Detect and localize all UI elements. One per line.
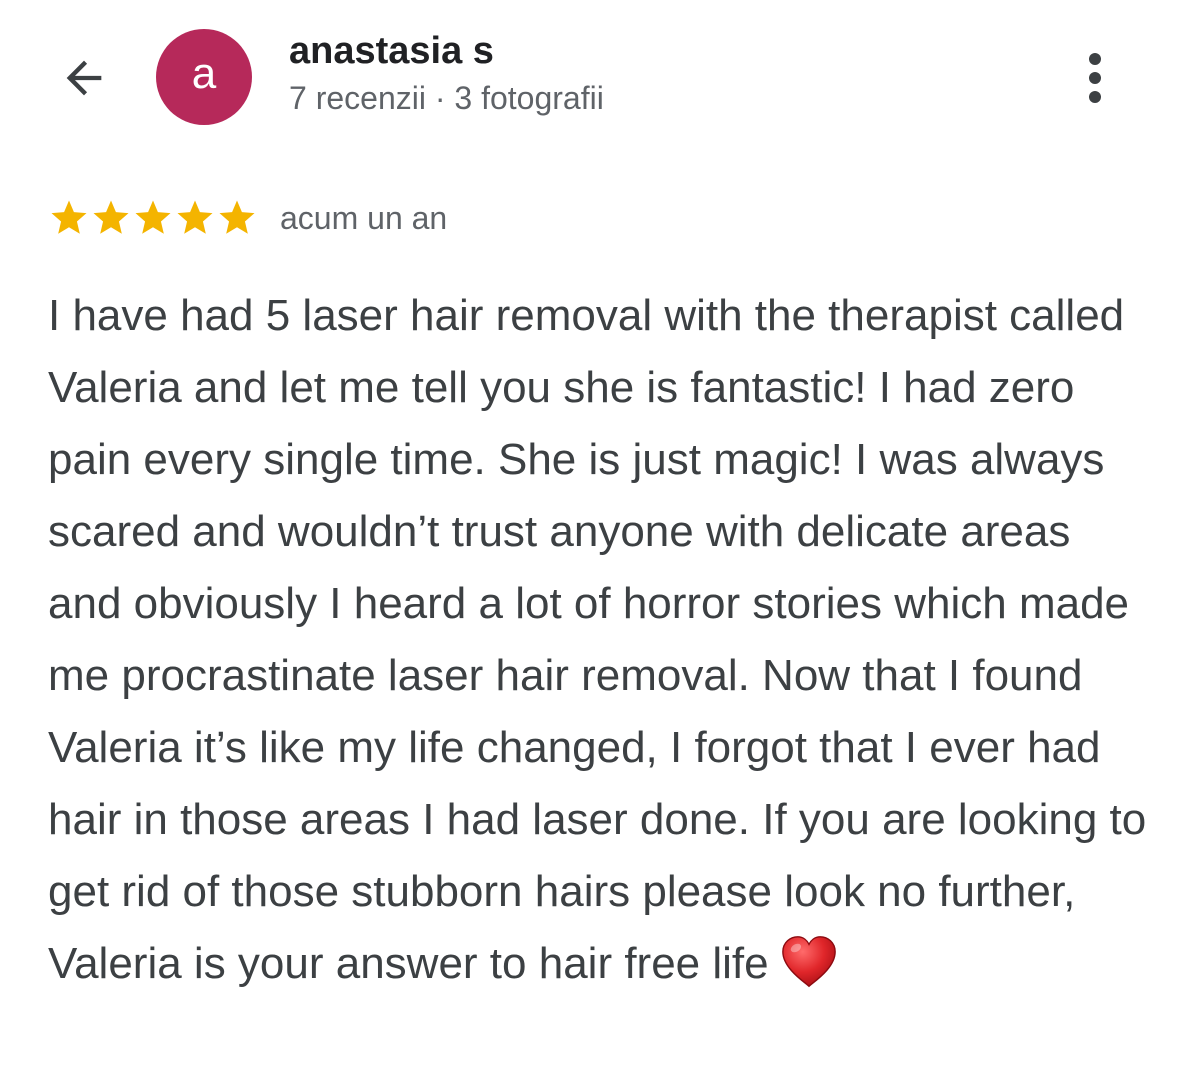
review-time: acum un an: [280, 199, 448, 236]
arrow-left-icon: [66, 60, 102, 96]
more-vert-icon-dot-2: [1089, 72, 1101, 84]
rating-row: acum un an: [48, 196, 447, 240]
review-text-body: I have had 5 laser hair removal with the…: [48, 291, 1147, 988]
star-icon: [177, 200, 213, 234]
star-rating: [48, 197, 258, 239]
star-icon: [51, 200, 87, 234]
star-icon: [219, 200, 255, 234]
user-name[interactable]: anastasia s: [289, 30, 494, 73]
more-options-button[interactable]: [1070, 46, 1120, 110]
star-icon: [135, 200, 171, 234]
review-header: a anastasia s 7 recenzii · 3 fotografii: [0, 0, 1179, 150]
more-vert-icon-dot-3: [1089, 91, 1101, 103]
avatar-letter: a: [191, 49, 217, 98]
red-heart-icon: [781, 936, 836, 988]
star-icon: [93, 200, 129, 234]
review-text: I have had 5 laser hair removal with the…: [48, 280, 1148, 1000]
more-vert-icon-dot-1: [1089, 53, 1101, 65]
avatar[interactable]: a: [156, 29, 252, 125]
back-button[interactable]: [52, 46, 116, 110]
user-stats: 7 recenzii · 3 fotografii: [289, 80, 604, 116]
